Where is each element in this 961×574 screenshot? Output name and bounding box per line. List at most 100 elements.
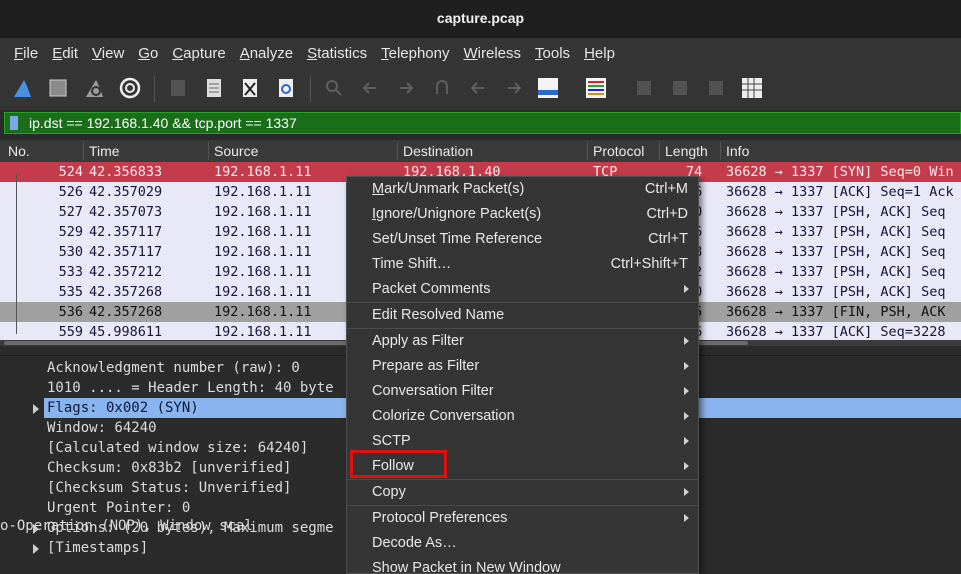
menu-item-show-packet-in-new-window[interactable]: Show Packet in New Window	[347, 556, 698, 574]
column-divider[interactable]	[587, 142, 588, 160]
find-packet-icon[interactable]	[322, 76, 346, 100]
menu-wireless[interactable]: Wireless	[457, 45, 529, 62]
column-divider[interactable]	[208, 142, 209, 160]
go-forward-icon[interactable]	[394, 76, 418, 100]
menu-item-edit-resolved-name[interactable]: Edit Resolved Name	[347, 303, 698, 328]
expand-arrow-icon[interactable]	[33, 404, 39, 414]
display-filter-bar[interactable]: ip.dst == 192.168.1.40 && tcp.port == 13…	[4, 112, 961, 134]
detail-text: Urgent Pointer: 0	[47, 500, 191, 516]
go-first-icon[interactable]	[466, 76, 490, 100]
open-file-icon[interactable]	[166, 76, 190, 100]
detail-text: [Timestamps]	[47, 540, 149, 556]
column-header-length[interactable]: Length	[665, 143, 708, 159]
packet-number: 559	[58, 324, 83, 340]
packet-number: 533	[58, 264, 83, 280]
menu-item-prepare-as-filter[interactable]: Prepare as Filter	[347, 354, 698, 379]
menu-item-decode-as[interactable]: Decode As…	[347, 531, 698, 556]
menu-item-label: Apply as Filter	[372, 333, 464, 349]
packet-source: 192.168.1.11	[214, 244, 312, 260]
bookmark-icon[interactable]	[10, 116, 18, 130]
packet-source: 192.168.1.11	[214, 164, 312, 180]
menu-item-label: Conversation Filter	[372, 383, 494, 399]
column-divider[interactable]	[397, 142, 398, 160]
column-header-time[interactable]: Time	[89, 143, 120, 159]
packet-time: 42.357268	[89, 304, 163, 320]
packet-info: 36628 → 1337 [ACK] Seq=3228	[726, 324, 946, 340]
expand-arrow-icon[interactable]	[33, 544, 39, 554]
submenu-arrow-icon	[684, 387, 689, 395]
menu-item-set-unset-time-reference[interactable]: Set/Unset Time Reference Ctrl+T	[347, 227, 698, 252]
column-header-source[interactable]: Source	[214, 143, 258, 159]
packet-number: 536	[58, 304, 83, 320]
menu-file[interactable]: File	[0, 45, 45, 62]
close-file-icon[interactable]	[238, 76, 262, 100]
stop-capture-icon[interactable]	[46, 76, 70, 100]
column-header-info[interactable]: Info	[726, 143, 749, 159]
menu-item-copy[interactable]: Copy	[347, 480, 698, 505]
menu-item-mark-unmark-packet-s[interactable]: Mark/Unmark Packet(s) Ctrl+M	[347, 177, 698, 202]
packet-info: 36628 → 1337 [PSH, ACK] Seq	[726, 224, 946, 240]
colorize-icon[interactable]	[584, 76, 608, 100]
go-to-packet-icon[interactable]	[430, 76, 454, 100]
window-title: capture.pcap	[436, 10, 525, 26]
menu-item-label: Show Packet in New Window	[372, 560, 561, 574]
menu-view[interactable]: View	[85, 45, 131, 62]
column-header-protocol[interactable]: Protocol	[593, 143, 644, 159]
menu-item-time-shift[interactable]: Time Shift… Ctrl+Shift+T	[347, 252, 698, 277]
menu-analyze[interactable]: Analyze	[233, 45, 300, 62]
title-bar: capture.pcap	[0, 0, 961, 38]
menu-item-label: Protocol Preferences	[372, 510, 508, 526]
submenu-arrow-icon	[684, 488, 689, 496]
menu-go[interactable]: Go	[131, 45, 165, 62]
save-file-icon[interactable]	[202, 76, 226, 100]
submenu-arrow-icon	[684, 462, 689, 470]
menu-item-conversation-filter[interactable]: Conversation Filter	[347, 379, 698, 404]
display-filter-input[interactable]: ip.dst == 192.168.1.40 && tcp.port == 13…	[29, 115, 297, 131]
detail-text: [Checksum Status: Unverified]	[47, 480, 292, 496]
menu-capture[interactable]: Capture	[165, 45, 232, 62]
restart-capture-icon[interactable]	[82, 76, 106, 100]
reload-file-icon[interactable]	[274, 76, 298, 100]
packet-list-header: No. Time Source Destination Protocol Length In…	[0, 140, 961, 162]
submenu-arrow-icon	[684, 514, 689, 522]
expand-arrow-icon[interactable]	[33, 524, 39, 534]
packet-info: 36628 → 1337 [PSH, ACK] Seq	[726, 284, 946, 300]
menu-edit[interactable]: Edit	[45, 45, 85, 62]
packet-info: 36628 → 1337 [PSH, ACK] Seq	[726, 244, 946, 260]
menu-item-apply-as-filter[interactable]: Apply as Filter	[347, 329, 698, 354]
detail-text: 1010 .... = Header Length: 40 byte	[47, 380, 334, 396]
normal-size-icon[interactable]	[704, 76, 728, 100]
menu-help[interactable]: Help	[577, 45, 622, 62]
packet-source: 192.168.1.11	[214, 284, 312, 300]
packet-info: 36628 → 1337 [PSH, ACK] Seq	[726, 204, 946, 220]
packet-info: 36628 → 1337 [SYN] Seq=0 Win	[726, 164, 954, 180]
column-divider[interactable]	[659, 142, 660, 160]
menu-item-ignore-unignore-packet-s[interactable]: Ignore/Unignore Packet(s) Ctrl+D	[347, 202, 698, 227]
submenu-arrow-icon	[684, 412, 689, 420]
menu-item-packet-comments[interactable]: Packet Comments	[347, 277, 698, 302]
go-last-icon[interactable]	[502, 76, 526, 100]
resize-columns-icon[interactable]	[740, 76, 764, 100]
packet-number: 535	[58, 284, 83, 300]
capture-options-icon[interactable]	[118, 76, 142, 100]
zoom-out-icon[interactable]	[668, 76, 692, 100]
menu-item-colorize-conversation[interactable]: Colorize Conversation	[347, 404, 698, 429]
menu-statistics[interactable]: Statistics	[300, 45, 374, 62]
go-back-icon[interactable]	[358, 76, 382, 100]
menu-telephony[interactable]: Telephony	[374, 45, 456, 62]
submenu-arrow-icon	[684, 285, 689, 293]
toolbar-separator	[154, 76, 155, 102]
menu-item-shortcut: Ctrl+T	[648, 231, 688, 247]
column-header-destination[interactable]: Destination	[403, 143, 473, 159]
column-header-no[interactable]: No.	[8, 143, 30, 159]
column-divider[interactable]	[83, 142, 84, 160]
zoom-in-icon[interactable]	[632, 76, 656, 100]
menu-item-label: Set/Unset Time Reference	[372, 231, 543, 247]
packet-source: 192.168.1.11	[214, 304, 312, 320]
menu-item-protocol-preferences[interactable]: Protocol Preferences	[347, 506, 698, 531]
auto-scroll-icon[interactable]	[536, 76, 560, 100]
column-divider[interactable]	[720, 142, 721, 160]
start-capture-icon[interactable]	[10, 76, 34, 100]
packet-time: 42.357212	[89, 264, 163, 280]
menu-tools[interactable]: Tools	[528, 45, 577, 62]
